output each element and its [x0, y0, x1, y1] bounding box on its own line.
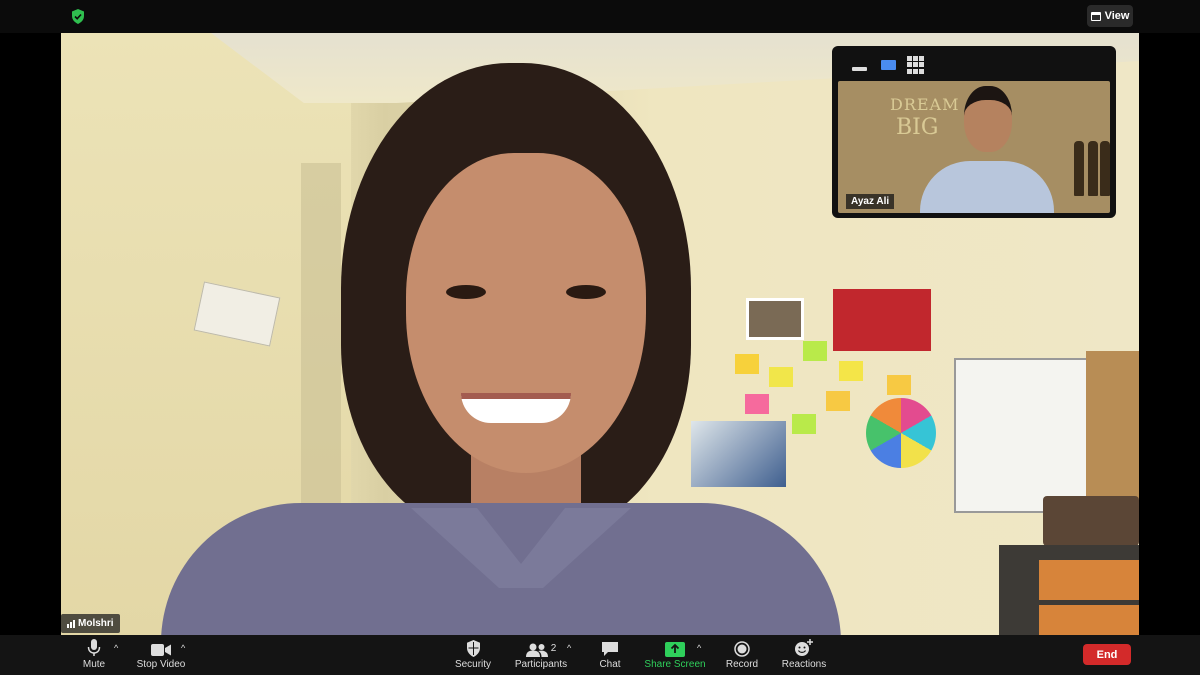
- sticky-note: [839, 361, 863, 381]
- participant-eye: [566, 285, 606, 299]
- participants-button[interactable]: 2 Participants: [513, 635, 569, 675]
- stop-video-button[interactable]: Stop Video: [136, 635, 186, 675]
- sticky-note: [826, 391, 850, 411]
- thumbnail-participant-name: Ayaz Ali: [846, 194, 895, 209]
- shield-check-icon[interactable]: [71, 9, 85, 24]
- chat-button[interactable]: Chat: [597, 635, 623, 675]
- security-button[interactable]: Security: [454, 635, 492, 675]
- share-screen-arrow-icon: [665, 642, 685, 657]
- view-button[interactable]: View: [1087, 5, 1133, 27]
- thumbnail-video-panel[interactable]: DREAM BIG Ayaz Ali: [832, 46, 1116, 218]
- security-label: Security: [454, 659, 492, 670]
- main-participant-name-tag: Molshri: [61, 614, 120, 633]
- wall-writing: BIG: [896, 115, 939, 140]
- background-drawer: [1039, 560, 1139, 600]
- participant-shirt: [920, 161, 1054, 213]
- background-pinwheel: [866, 398, 936, 468]
- view-icon: [1090, 11, 1101, 21]
- background-bottle: [1100, 141, 1110, 196]
- reactions-button[interactable]: Reactions: [781, 635, 827, 675]
- participants-count: 2: [550, 643, 557, 654]
- video-camera-icon: [151, 644, 171, 656]
- mute-button[interactable]: Mute: [78, 635, 110, 675]
- speaker-view-icon[interactable]: [881, 56, 897, 74]
- background-bottle: [1088, 141, 1098, 196]
- participant-smile: [461, 393, 571, 423]
- record-label: Record: [725, 659, 759, 670]
- participant-video-molshri: [161, 63, 841, 635]
- share-screen-label: Share Screen: [644, 659, 706, 670]
- background-drawer: [1039, 605, 1139, 635]
- mute-label: Mute: [82, 659, 106, 670]
- record-icon: [734, 641, 750, 657]
- top-bar: View: [0, 0, 1200, 33]
- chat-label: Chat: [599, 659, 621, 670]
- sticky-note: [887, 375, 911, 395]
- video-options-chevron-icon[interactable]: ^: [181, 643, 185, 653]
- background-poster: [833, 289, 931, 351]
- participant-video-ayaz: DREAM BIG Ayaz Ali: [838, 81, 1110, 213]
- background-corkboard: [1086, 351, 1139, 501]
- signal-bars-icon: [67, 619, 75, 628]
- participant-eye: [446, 285, 486, 299]
- stop-video-label: Stop Video: [136, 659, 186, 670]
- chat-bubble-icon: [602, 642, 618, 656]
- participants-label: Participants: [514, 659, 568, 670]
- end-label: End: [1096, 648, 1118, 661]
- wall-writing: DREAM: [890, 95, 960, 114]
- participant-head: [964, 86, 1012, 152]
- security-shield-icon: [466, 640, 480, 657]
- record-button[interactable]: Record: [725, 635, 759, 675]
- participant-face: [406, 153, 646, 473]
- end-meeting-button[interactable]: End: [1083, 644, 1131, 665]
- share-screen-button[interactable]: Share Screen: [644, 635, 706, 675]
- share-options-chevron-icon[interactable]: ^: [697, 643, 701, 653]
- participants-options-chevron-icon[interactable]: ^: [567, 643, 571, 653]
- participants-icon: [525, 643, 548, 657]
- participant-name: Molshri: [78, 618, 114, 629]
- view-label: View: [1104, 10, 1130, 22]
- minimize-icon[interactable]: [852, 56, 868, 74]
- reactions-label: Reactions: [781, 659, 827, 670]
- microphone-icon: [87, 639, 101, 656]
- audio-options-chevron-icon[interactable]: ^: [114, 643, 118, 653]
- reactions-emoji-icon: [795, 639, 813, 656]
- background-bottle: [1074, 141, 1084, 196]
- background-basket: [1043, 496, 1139, 546]
- gallery-view-icon[interactable]: [907, 56, 927, 74]
- meeting-toolbar: Mute ^ Stop Video ^ Security 2 Participa…: [0, 635, 1200, 675]
